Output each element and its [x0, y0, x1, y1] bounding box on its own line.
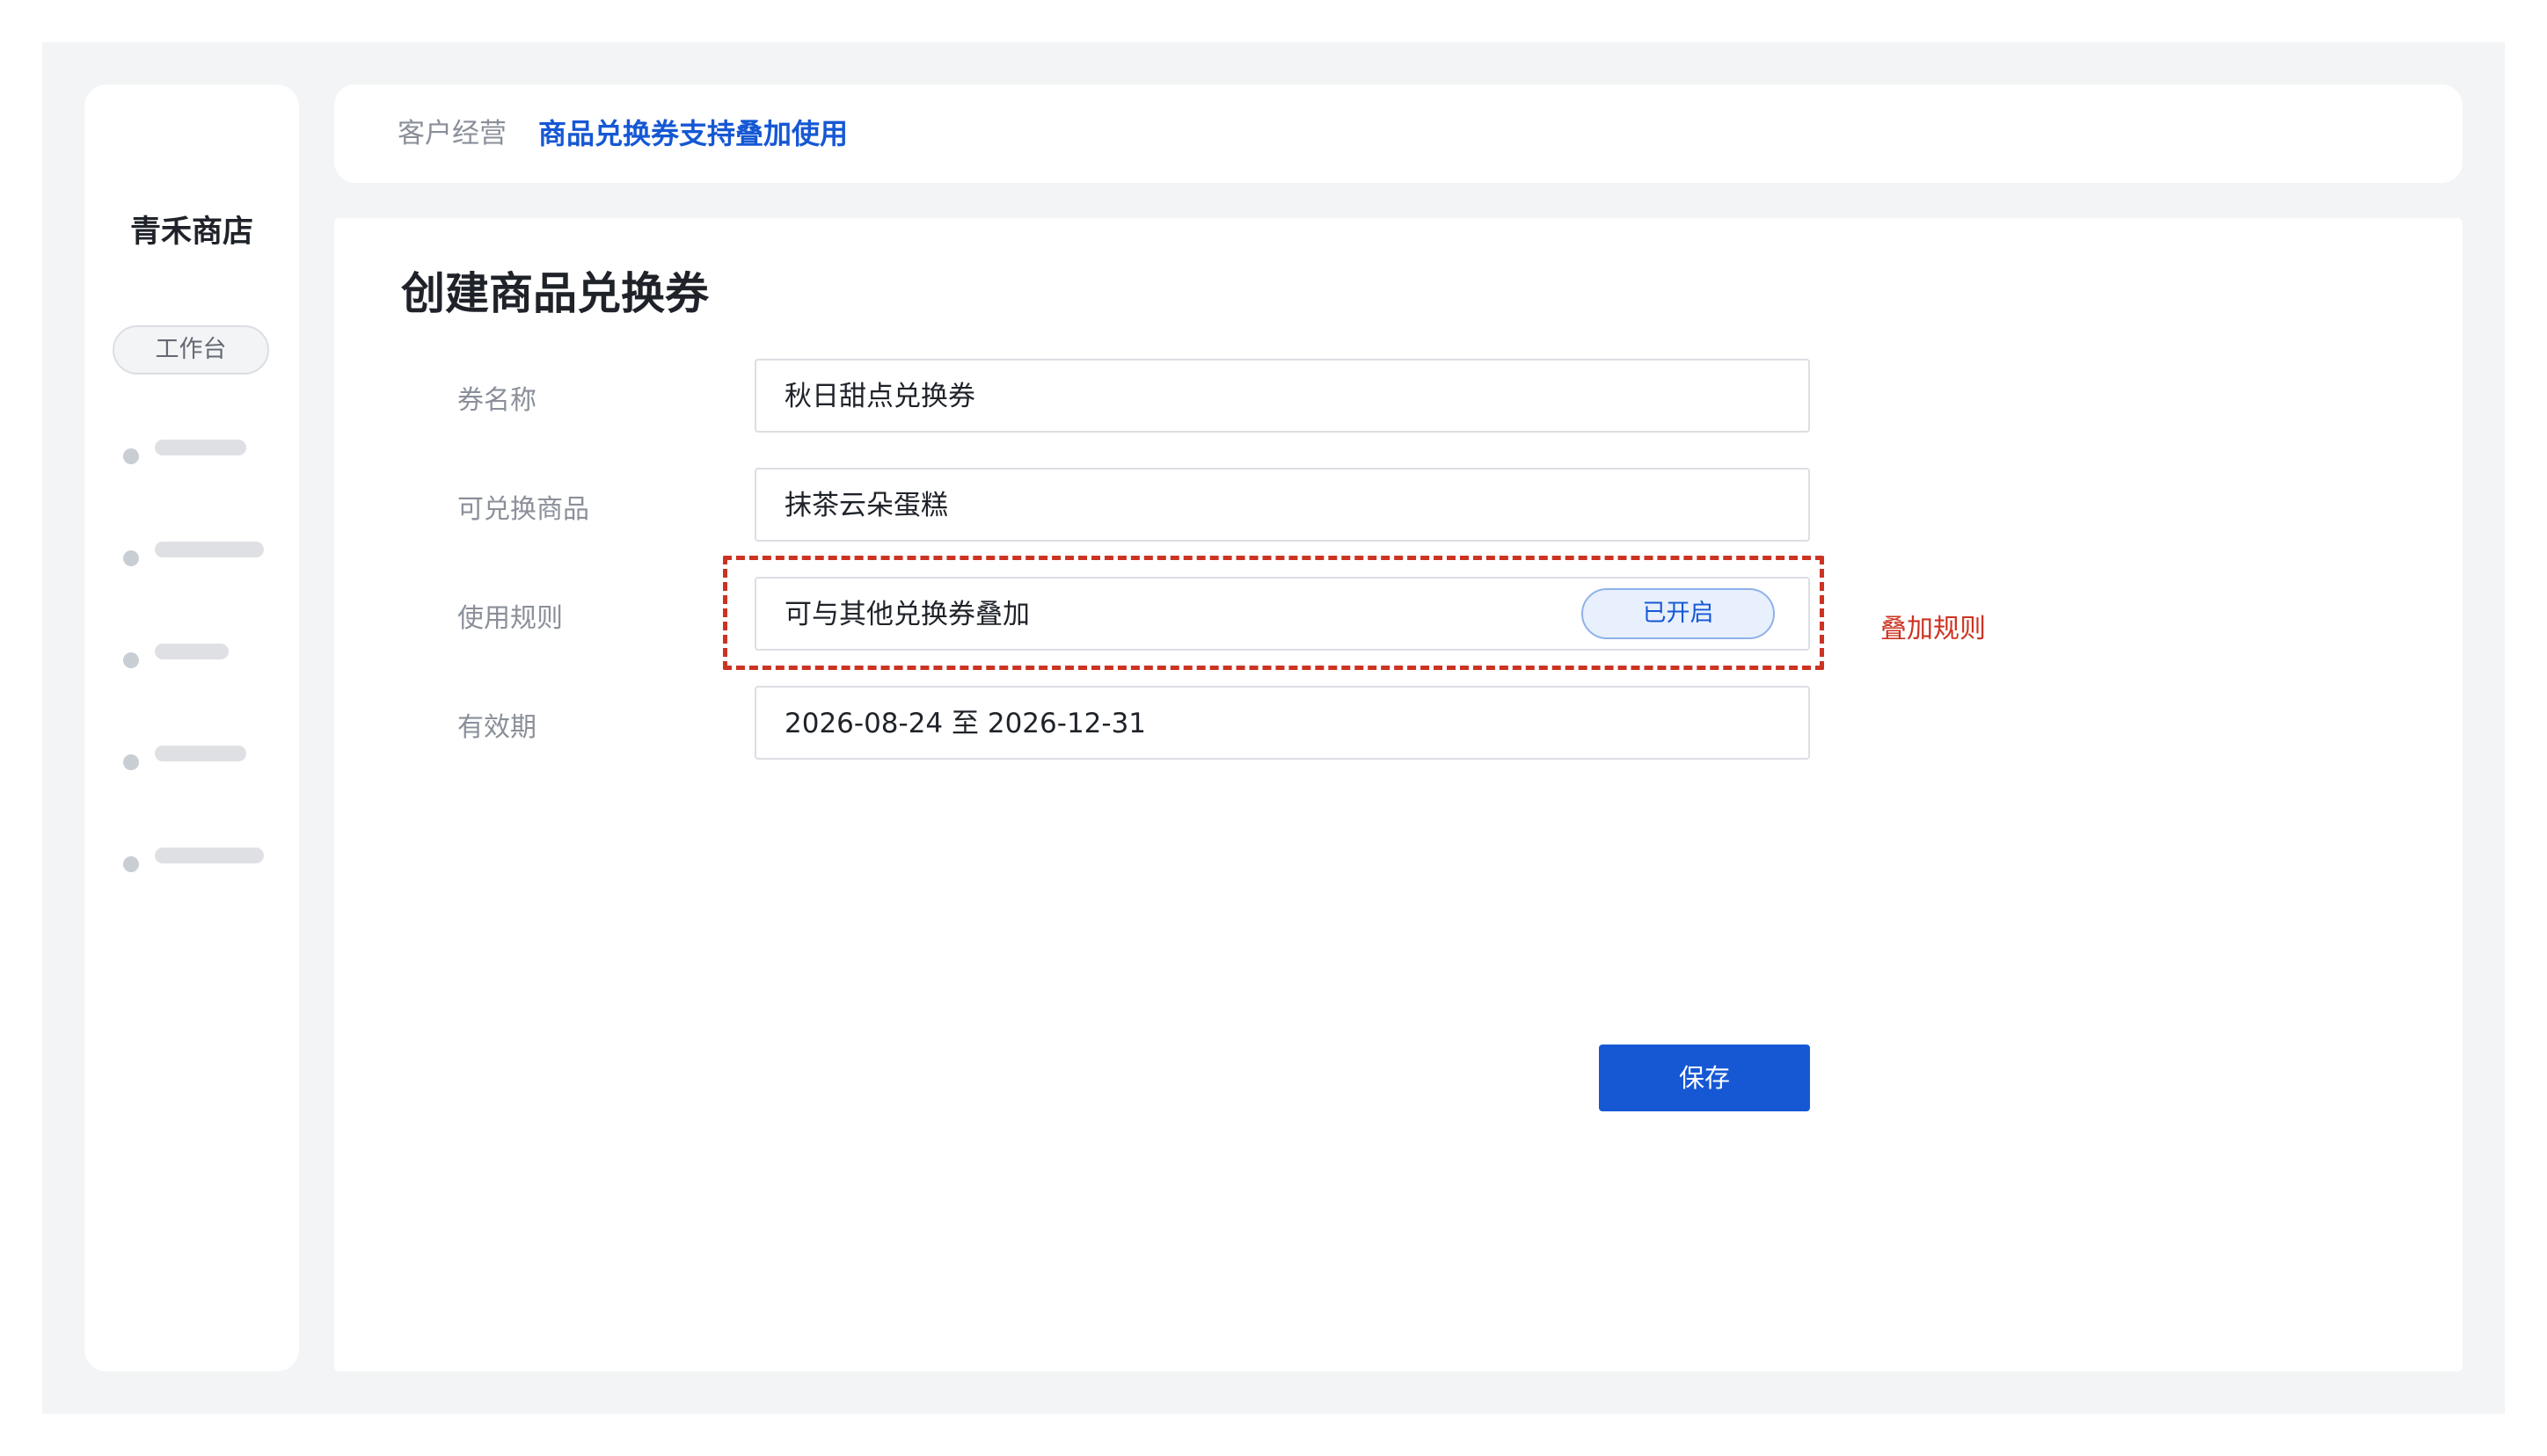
nav-dot-icon	[123, 550, 139, 566]
coupon-name-label: 券名称	[457, 385, 536, 416]
coupon-name-input[interactable]: 秋日甜点兑换券	[755, 359, 1810, 433]
stacking-rule-annotation: 叠加规则	[1880, 614, 1986, 644]
nav-placeholder-bar	[155, 542, 264, 557]
breadcrumb-parent[interactable]: 客户经营	[398, 114, 507, 153]
redeemable-product-label: 可兑换商品	[457, 494, 589, 525]
nav-placeholder-bar	[155, 746, 246, 761]
validity-period-input[interactable]: 2026-08-24 至 2026-12-31	[755, 686, 1810, 760]
nav-placeholder-bar	[155, 848, 264, 863]
nav-dot-icon	[123, 754, 139, 770]
validity-period-value: 2026-08-24 至 2026-12-31	[785, 708, 1147, 739]
usage-rule-label: 使用规则	[457, 603, 563, 634]
validity-period-label: 有效期	[457, 712, 536, 743]
sidebar-item-workbench[interactable]: 工作台	[113, 325, 269, 375]
breadcrumb: 客户经营 商品兑换券支持叠加使用	[334, 84, 2463, 183]
save-button[interactable]: 保存	[1599, 1045, 1810, 1111]
brand-name: 青禾商店	[129, 215, 253, 250]
redeemable-product-input[interactable]: 抹茶云朵蛋糕	[755, 468, 1810, 542]
stacking-rule-highlight	[723, 556, 1824, 670]
nav-dot-icon	[123, 652, 139, 668]
breadcrumb-current: 商品兑换券支持叠加使用	[538, 117, 849, 150]
form-panel: 创建商品兑换券 券名称 秋日甜点兑换券 可兑换商品 抹茶云朵蛋糕 使用规则 可与…	[334, 218, 2463, 1372]
coupon-name-value: 秋日甜点兑换券	[785, 381, 975, 412]
redeemable-product-value: 抹茶云朵蛋糕	[785, 490, 948, 521]
sidebar: 青禾商店 工作台	[84, 84, 299, 1372]
nav-dot-icon	[123, 856, 139, 872]
nav-placeholder-bar	[155, 440, 246, 455]
page-title: 创建商品兑换券	[401, 268, 709, 319]
nav-dot-icon	[123, 448, 139, 464]
nav-placeholder-bar	[155, 644, 229, 659]
